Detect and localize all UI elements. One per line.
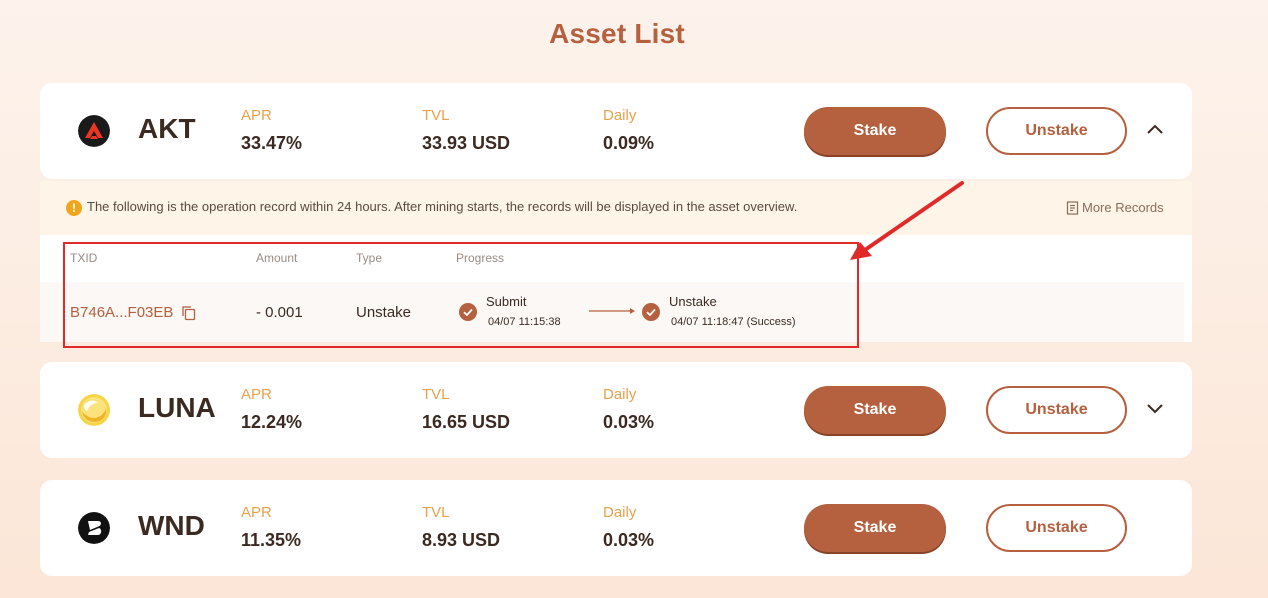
asset-card-luna: LUNA APR 12.24% TVL 16.65 USD Daily 0.03…	[40, 362, 1192, 458]
daily-value: 0.03%	[603, 412, 655, 432]
stake-button[interactable]: Stake	[804, 107, 946, 155]
daily-stat: Daily 0.03%	[603, 504, 654, 551]
daily-label: Daily	[603, 386, 637, 403]
page-title: Asset List	[549, 18, 685, 49]
tvl-label: TVL	[422, 504, 450, 521]
asset-card-wnd: WND APR 11.35% TVL 8.93 USD Daily 0.03% …	[40, 480, 1192, 576]
warning-icon: !	[66, 200, 82, 216]
asset-name: WND	[138, 510, 205, 541]
annotation-arrow-icon	[850, 181, 964, 260]
daily-stat: Daily 0.09%	[603, 107, 654, 154]
tvl-stat: TVL 33.93 USD	[422, 107, 510, 154]
apr-value: 33.47%	[241, 133, 303, 153]
tvl-label: TVL	[422, 386, 450, 403]
tvl-label: TVL	[422, 107, 450, 124]
daily-label: Daily	[603, 504, 637, 521]
tvl-stat: TVL 16.65 USD	[422, 386, 510, 433]
apr-stat: APR 11.35%	[241, 504, 301, 551]
westend-logo-icon	[78, 512, 110, 544]
tvl-stat: TVL 8.93 USD	[422, 504, 500, 551]
stake-button[interactable]: Stake	[804, 386, 946, 434]
document-icon	[1066, 200, 1079, 215]
tvl-value: 33.93 USD	[422, 133, 511, 153]
apr-label: APR	[241, 386, 272, 403]
daily-value: 0.09%	[603, 133, 655, 153]
asset-card-akt: AKT APR 33.47% TVL 33.93 USD Daily 0.09%…	[40, 83, 1192, 179]
daily-stat: Daily 0.03%	[603, 386, 654, 433]
apr-stat: APR 12.24%	[241, 386, 302, 433]
tvl-value: 16.65 USD	[422, 412, 511, 432]
unstake-button[interactable]: Unstake	[986, 504, 1127, 552]
apr-stat: APR 33.47%	[241, 107, 302, 154]
more-records-link[interactable]: More Records	[1066, 200, 1164, 215]
daily-value: 0.03%	[603, 530, 655, 550]
notice-bar: ! The following is the operation record …	[40, 181, 1192, 235]
unstake-button[interactable]: Unstake	[986, 386, 1127, 434]
notice-text: The following is the operation record wi…	[87, 199, 798, 214]
asset-name: AKT	[138, 113, 196, 144]
asset-name: LUNA	[138, 392, 216, 423]
more-records-label: More Records	[1082, 200, 1164, 215]
chevron-up-icon[interactable]	[1145, 119, 1165, 139]
tvl-value: 8.93 USD	[422, 530, 501, 550]
apr-value: 11.35%	[241, 530, 302, 550]
chevron-down-icon[interactable]	[1145, 398, 1165, 418]
terra-luna-logo-icon	[78, 394, 110, 426]
akash-logo-icon	[78, 115, 110, 147]
daily-label: Daily	[603, 107, 637, 124]
stake-button[interactable]: Stake	[804, 504, 946, 552]
unstake-button[interactable]: Unstake	[986, 107, 1127, 155]
apr-label: APR	[241, 504, 272, 521]
apr-value: 12.24%	[241, 412, 303, 432]
apr-label: APR	[241, 107, 272, 124]
annotation-highlight-box	[63, 242, 859, 348]
